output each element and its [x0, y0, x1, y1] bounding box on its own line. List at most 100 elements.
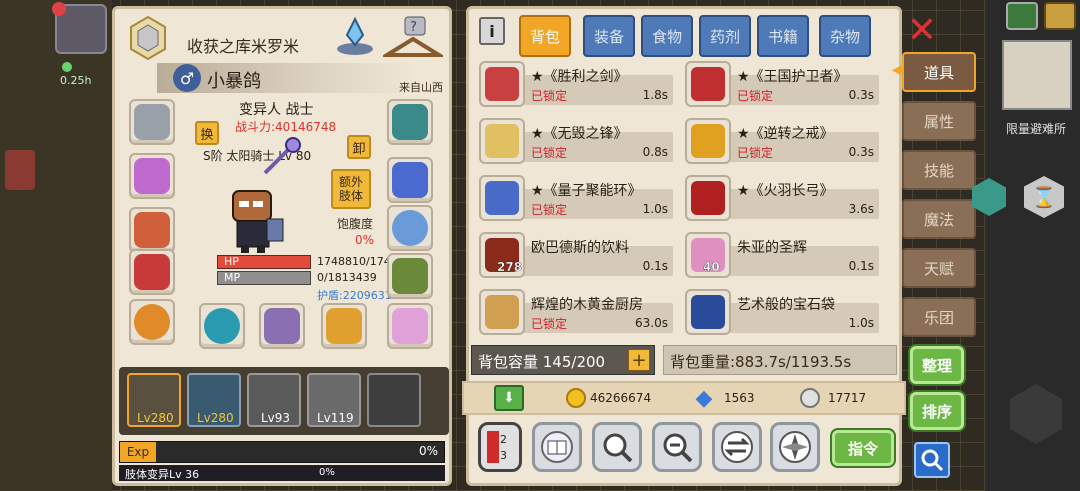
satiety-label: 饱腹度 — [337, 217, 374, 231]
origin-text: 来自山西 — [399, 81, 443, 94]
inventory-item[interactable]: ★《量子聚能环》 已锁定 1.0s — [469, 175, 674, 221]
swap-arrows-icon[interactable] — [712, 422, 762, 472]
shield-slot[interactable] — [387, 99, 433, 145]
item-locked: 已锁定 — [531, 89, 568, 103]
team-member-1[interactable]: Lv280 — [127, 373, 181, 427]
item-weight: 0.8s — [642, 145, 668, 159]
item-slot[interactable] — [685, 289, 731, 335]
hp-label: HP — [224, 255, 239, 268]
item-name: 欧巴德斯的饮料 — [531, 240, 629, 256]
inventory-item[interactable]: 40 朱亚的圣辉 0.1s — [675, 232, 880, 278]
minimap[interactable] — [1002, 40, 1072, 110]
pet-slot[interactable] — [387, 303, 433, 349]
accessory-slot[interactable] — [199, 303, 245, 349]
number-sort-button[interactable]: 23 — [478, 422, 522, 472]
expand-bag-button[interactable]: + — [628, 349, 650, 371]
side-menu-item[interactable]: 乐团 — [902, 297, 976, 337]
tab-potion[interactable]: 药剂 — [699, 15, 751, 57]
team-member-5-empty[interactable] — [367, 373, 421, 427]
search-icon[interactable] — [914, 442, 950, 478]
item-slot[interactable] — [479, 289, 525, 335]
mp-value: 0/1813439 — [317, 271, 377, 284]
side-menu-item[interactable]: 技能 — [902, 150, 976, 190]
area-name: 限量避难所 — [1006, 122, 1067, 136]
fullscreen-icon[interactable] — [1044, 2, 1076, 30]
world-object — [5, 150, 35, 190]
globe-icon[interactable] — [1006, 2, 1038, 30]
offhand-slot[interactable] — [321, 303, 367, 349]
helmet-slot[interactable] — [129, 99, 175, 145]
side-menu-item[interactable]: 天赋 — [902, 248, 976, 288]
inventory-item[interactable]: ★《火羽长弓》 3.6s — [675, 175, 880, 221]
weapon-slot[interactable] — [259, 303, 305, 349]
unequip-button[interactable]: 卸 — [347, 135, 371, 159]
inventory-item[interactable]: ★《逆转之戒》 已锁定 0.3s — [675, 118, 880, 164]
book-icon[interactable] — [532, 422, 582, 472]
item-slot[interactable] — [479, 61, 525, 107]
armor-slot[interactable] — [129, 207, 175, 253]
side-menu-item[interactable]: 道具 — [902, 52, 976, 92]
inventory-item[interactable]: ★《王国护卫者》 已锁定 0.3s — [675, 61, 880, 107]
organize-button[interactable]: 整理 — [910, 346, 964, 384]
character-panel: 收获之库米罗米 ? ♂ 小暴鸽 来自山西 变异人 战士 战斗力:40146748… — [112, 6, 452, 486]
item-icon — [485, 124, 519, 158]
amulet-slot[interactable] — [129, 299, 175, 345]
side-menu-item[interactable]: 魔法 — [902, 199, 976, 239]
item-weight: 1.8s — [642, 88, 668, 102]
item-slot[interactable] — [685, 118, 731, 164]
download-icon[interactable]: ⬇ — [494, 385, 524, 411]
sort-button[interactable]: 排序 — [910, 392, 964, 430]
boots-slot[interactable] — [387, 253, 433, 299]
tab-food[interactable]: 食物 — [641, 15, 693, 57]
hanger-icon[interactable]: ? — [383, 15, 443, 63]
item-slot[interactable] — [479, 175, 525, 221]
gloves-slot[interactable] — [129, 249, 175, 295]
extra-body-button[interactable]: 额外肢体 — [331, 169, 371, 209]
item-name: 朱亚的圣辉 — [737, 240, 807, 256]
staff-icon — [261, 137, 305, 177]
team-member-4[interactable]: Lv119 — [307, 373, 361, 427]
item-slot[interactable] — [479, 118, 525, 164]
team-level: Lv280 — [137, 411, 174, 425]
swap-button[interactable]: 换 — [195, 121, 219, 145]
svg-text:2: 2 — [500, 433, 507, 446]
tab-book[interactable]: 书籍 — [757, 15, 809, 57]
zoom-out-icon[interactable] — [652, 422, 702, 472]
ring-slot[interactable] — [387, 205, 433, 251]
inventory-item[interactable]: 艺术般的宝石袋 1.0s — [675, 289, 880, 335]
diamond-icon: ◆ — [695, 385, 713, 411]
zoom-in-icon[interactable] — [592, 422, 642, 472]
inventory-item[interactable]: ★《无毁之锋》 已锁定 0.8s — [469, 118, 674, 164]
svg-text:?: ? — [410, 20, 417, 35]
team-member-3[interactable]: Lv93 — [247, 373, 301, 427]
side-menu-item[interactable]: 属性 — [902, 101, 976, 141]
goggles-icon — [134, 158, 170, 194]
team-member-2[interactable]: Lv280 — [187, 373, 241, 427]
gem-slot[interactable] — [387, 157, 433, 203]
compass-icon[interactable] — [770, 422, 820, 472]
item-slot[interactable] — [685, 61, 731, 107]
shield-gem-icon — [392, 104, 428, 140]
info-icon[interactable]: i — [479, 17, 505, 45]
tab-equipment[interactable]: 装备 — [583, 15, 635, 57]
status-dot — [62, 62, 72, 72]
close-icon[interactable]: ✕ — [904, 10, 940, 51]
sword-icon — [264, 308, 300, 344]
item-weight: 0.3s — [848, 88, 874, 102]
item-slot[interactable] — [685, 175, 731, 221]
rank-emblem-icon — [125, 15, 171, 61]
item-name: ★《胜利之剑》 — [531, 69, 628, 85]
tab-misc[interactable]: 杂物 — [819, 15, 871, 57]
item-name: 艺术般的宝石袋 — [737, 297, 835, 313]
command-button[interactable]: 指令 — [832, 430, 894, 466]
tab-bag[interactable]: 背包 — [519, 15, 571, 57]
item-weight: 1.0s — [642, 202, 668, 216]
diamond-amount: 1563 — [724, 391, 755, 405]
inventory-item[interactable]: 辉煌的木黄金厨房 已锁定 63.0s — [469, 289, 674, 335]
inventory-item[interactable]: 278 欧巴德斯的饮料 0.1s — [469, 232, 674, 278]
inventory-item[interactable]: ★《胜利之剑》 已锁定 1.8s — [469, 61, 674, 107]
crystal-icon[interactable] — [333, 15, 377, 59]
male-icon: ♂ — [173, 64, 201, 92]
item-weight: 1.0s — [848, 316, 874, 330]
goggles-slot[interactable] — [129, 153, 175, 199]
